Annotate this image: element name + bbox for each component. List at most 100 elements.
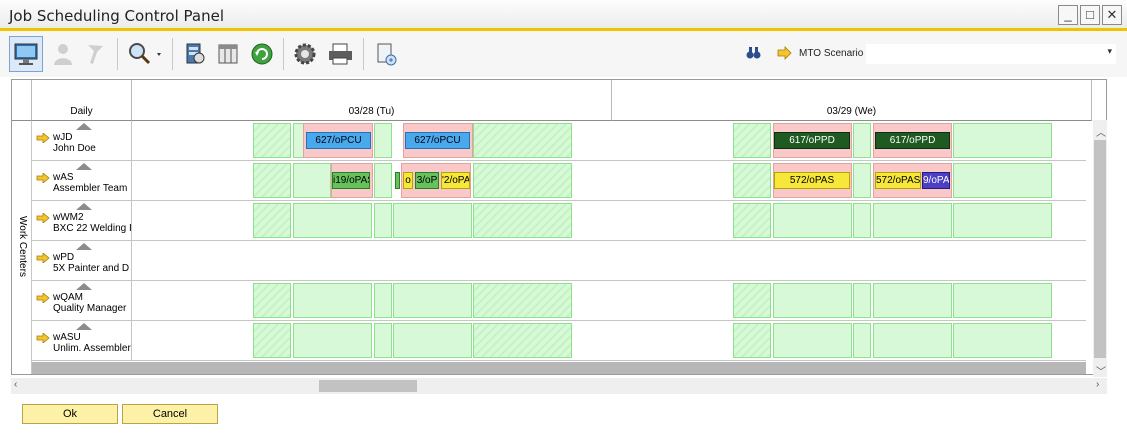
settings-icon[interactable] [288, 36, 322, 72]
binoculars-icon [746, 47, 761, 59]
scenario-icons [746, 46, 792, 63]
row-name: John Doe [53, 143, 96, 154]
collapse-icon[interactable] [76, 243, 92, 250]
row-header[interactable]: wQAM Quality Manager [32, 281, 132, 321]
job-bar[interactable]: 572/oPAS [774, 172, 850, 189]
job-bar[interactable]: 9/oPA [922, 172, 950, 189]
gantt-footer-strip [32, 362, 1086, 374]
scenario-dropdown[interactable]: ▾ [866, 44, 1116, 64]
row-header[interactable]: wWM2 BXC 22 Welding I [32, 201, 132, 241]
arrow-right-icon [36, 253, 50, 263]
monitor-icon[interactable] [9, 36, 43, 72]
job-bar[interactable]: 572/oPAS [875, 172, 921, 189]
collapse-icon[interactable] [76, 283, 92, 290]
row-header[interactable]: wPD 5X Painter and D [32, 241, 132, 281]
job-bar[interactable]: i19/oPAS [332, 172, 370, 189]
user-icon[interactable] [46, 36, 80, 72]
export-icon[interactable] [369, 36, 403, 72]
calendar-block [853, 283, 871, 318]
calendar-block [733, 163, 771, 198]
chevron-down-icon[interactable]: ▾ [1107, 46, 1112, 57]
gantt-row-wWM2: wWM2 BXC 22 Welding I [32, 201, 1086, 241]
row-name: BXC 22 Welding I [53, 223, 132, 234]
period-label: Daily [70, 106, 93, 117]
close-button[interactable]: ✕ [1102, 5, 1122, 25]
minimize-button[interactable]: _ [1058, 5, 1078, 25]
calendar-block [733, 283, 771, 318]
horizontal-scroll-thumb[interactable] [319, 380, 417, 392]
calendar-block [853, 123, 871, 158]
calendar-block [293, 163, 331, 198]
job-bar[interactable]: 627/oPCU [405, 132, 470, 149]
row-name: Unlim. Assembler [53, 343, 131, 354]
gantt-row-wAS: wAS Assembler Team i19/oPAS o 3/oP '2/oP… [32, 161, 1086, 201]
calendar-block [953, 203, 1052, 238]
row-header[interactable]: wJD John Doe [32, 121, 132, 161]
row-code: wJD [53, 132, 73, 143]
calendar-block [393, 203, 472, 238]
row-header[interactable]: wAS Assembler Team [32, 161, 132, 201]
horizontal-scrollbar[interactable]: ‹ › [11, 378, 1107, 394]
scroll-up-icon[interactable]: ︿ [1096, 124, 1106, 139]
job-bar[interactable]: 627/oPCU [306, 132, 371, 149]
row-name: 5X Painter and D [53, 263, 130, 274]
gantt-chart: Daily 03/28 (Tu) 03/29 (We) Work Centers… [11, 79, 1107, 375]
collapse-icon[interactable] [76, 323, 92, 330]
gantt-row-wQAM: wQAM Quality Manager [32, 281, 1086, 321]
gantt-row-wJD: wJD John Doe 627/oPCU 627/oPCU 617/oPPD … [32, 121, 1086, 161]
vertical-scrollbar[interactable]: ︿ ﹀ [1093, 120, 1107, 378]
job-bar[interactable]: 617/oPPD [774, 132, 850, 149]
date-label-2: 03/29 (We) [826, 106, 877, 117]
row-name: Quality Manager [53, 303, 127, 314]
columns-icon[interactable] [211, 36, 245, 72]
calendar-block [733, 323, 771, 358]
tools-icon[interactable] [78, 36, 112, 72]
ok-button[interactable]: Ok [22, 404, 118, 424]
row-code: wQAM [53, 292, 83, 303]
job-bar[interactable]: 3/oP [415, 172, 439, 189]
database-search-icon[interactable] [178, 36, 212, 72]
calendar-block [253, 163, 291, 198]
vertical-scroll-thumb[interactable] [1094, 140, 1106, 358]
arrow-right-icon [36, 213, 50, 223]
collapse-icon[interactable] [76, 123, 92, 130]
calendar-block [293, 283, 372, 318]
calendar-block [953, 123, 1052, 158]
scenario-label: MTO Scenario [799, 48, 864, 59]
maximize-button[interactable]: □ [1080, 5, 1100, 25]
calendar-block [853, 323, 871, 358]
collapse-icon[interactable] [76, 203, 92, 210]
job-bar[interactable]: 617/oPPD [875, 132, 950, 149]
collapse-icon[interactable] [76, 163, 92, 170]
calendar-block [473, 323, 572, 358]
printer-icon[interactable] [324, 36, 358, 72]
calendar-block [293, 323, 372, 358]
job-bar[interactable]: o [403, 172, 413, 189]
refresh-icon[interactable] [245, 36, 279, 72]
arrow-right-icon [36, 173, 50, 183]
title-bar: Job Scheduling Control Panel _ □ ✕ [0, 0, 1127, 31]
gantt-row-wPD: wPD 5X Painter and D [32, 241, 1086, 281]
calendar-block [733, 203, 771, 238]
calendar-block [253, 203, 291, 238]
date-header-2[interactable]: 03/29 (We) [612, 80, 1092, 121]
date-header-1[interactable]: 03/28 (Tu) [132, 80, 612, 121]
cancel-button[interactable]: Cancel [122, 404, 218, 424]
job-bar[interactable]: '2/oPA [441, 172, 470, 189]
job-bar-small[interactable] [395, 172, 400, 189]
scroll-right-icon[interactable]: › [1096, 379, 1099, 390]
period-header[interactable]: Daily [32, 80, 132, 121]
calendar-block [253, 123, 291, 158]
calendar-block [374, 163, 392, 198]
calendar-block [873, 283, 952, 318]
search-icon[interactable] [124, 36, 166, 72]
calendar-block [374, 123, 392, 158]
gantt-row-wASU: wASU Unlim. Assembler [32, 321, 1086, 361]
row-header[interactable]: wASU Unlim. Assembler [32, 321, 132, 361]
calendar-block [733, 123, 771, 158]
calendar-block [473, 163, 572, 198]
arrow-right-icon [36, 333, 50, 343]
scroll-left-icon[interactable]: ‹ [14, 379, 17, 390]
calendar-block [473, 283, 572, 318]
scroll-down-icon[interactable]: ﹀ [1096, 363, 1106, 378]
